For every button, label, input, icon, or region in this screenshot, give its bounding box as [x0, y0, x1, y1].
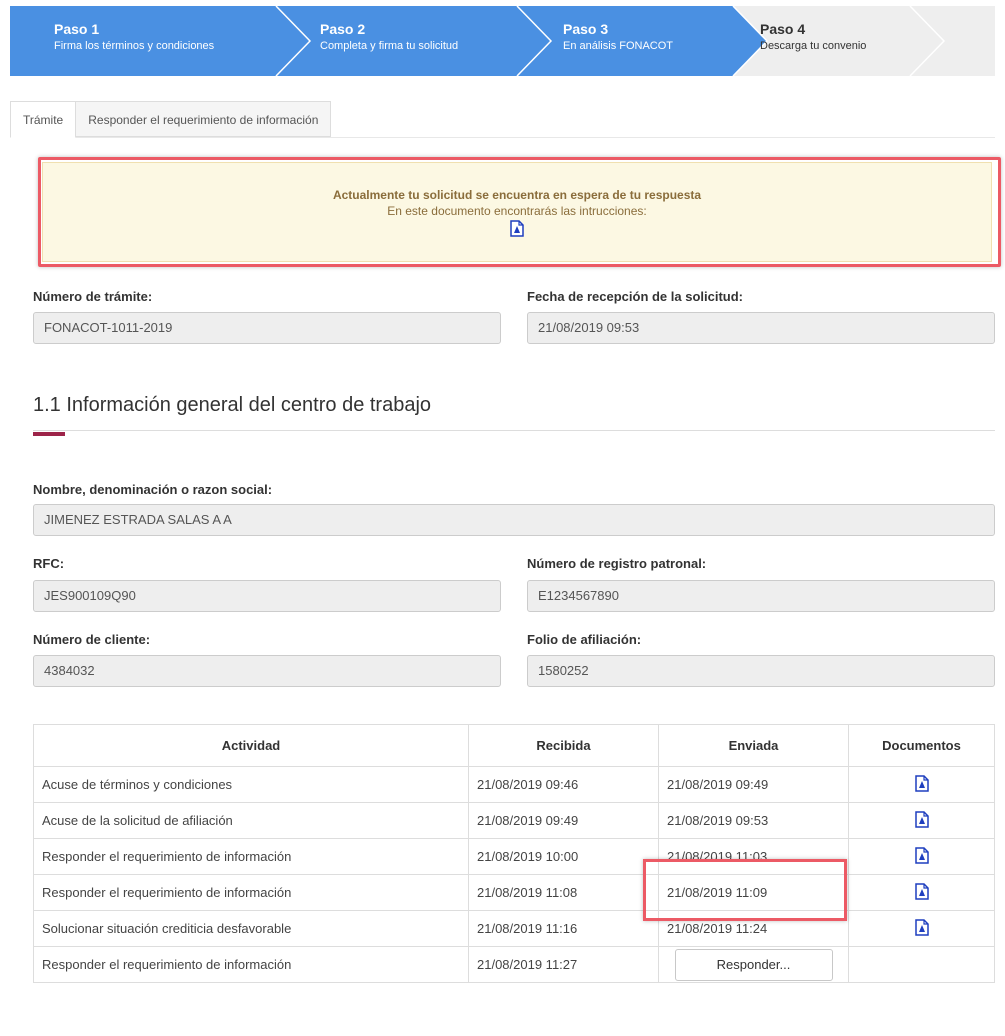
cell-documentos: [848, 874, 995, 911]
fecha-recepcion-label: Fecha de recepción de la solicitud:: [527, 289, 744, 304]
cell-enviada: 21/08/2019 09:53: [658, 802, 849, 839]
responder-button[interactable]: Responder...: [674, 948, 833, 981]
activity-table: Actividad Recibida Enviada Documentos Ac…: [33, 724, 995, 983]
cell-actividad: Solucionar situación crediticia desfavor…: [33, 910, 469, 947]
alert-title: Actualmente tu solicitud se encuentra en…: [332, 188, 702, 202]
step-4: Paso 4 Descarga tu convenio: [760, 20, 866, 54]
cell-documentos: [848, 766, 995, 803]
step-1-title: Paso 1: [54, 21, 100, 37]
step-2-subtitle: Completa y firma tu solicitud: [320, 40, 459, 52]
numero-tramite-label: Número de trámite:: [33, 289, 153, 304]
cell-recibida: 21/08/2019 11:16: [468, 910, 659, 947]
cell-enviada: 21/08/2019 11:03: [658, 838, 849, 875]
cell-recibida: 21/08/2019 11:27: [468, 946, 659, 983]
section-divider: [33, 430, 995, 431]
pdf-document-icon[interactable]: [914, 918, 929, 939]
rfc-field: JES900109Q90: [33, 580, 501, 612]
cell-enviada: Responder...: [658, 946, 849, 983]
cell-actividad: Responder el requerimiento de informació…: [33, 874, 469, 911]
cell-documentos: [848, 802, 995, 839]
alert-subtitle: En este documento encontrarás las intruc…: [387, 204, 647, 218]
tab-tramite[interactable]: Trámite: [10, 101, 77, 138]
razon-social-label: Nombre, denominación o razon social:: [33, 482, 273, 497]
step-3-title: Paso 3: [563, 21, 609, 37]
table-header-row: Actividad Recibida Enviada Documentos: [33, 724, 995, 767]
section-accent-bar: [33, 432, 65, 436]
numero-tramite-field: FONACOT-1011-2019: [33, 312, 501, 344]
cell-actividad: Acuse de términos y condiciones: [33, 766, 469, 803]
step-3: Paso 3 En análisis FONACOT: [563, 20, 673, 54]
step-2: Paso 2 Completa y firma tu solicitud: [320, 20, 458, 54]
table-row: Acuse de términos y condiciones 21/08/20…: [33, 766, 995, 803]
table-row: Responder el requerimiento de informació…: [33, 838, 995, 875]
step-1: Paso 1 Firma los términos y condiciones: [54, 20, 214, 54]
header-enviada: Enviada: [658, 724, 849, 767]
cell-actividad: Acuse de la solicitud de afiliación: [33, 802, 469, 839]
numero-cliente-label: Número de cliente:: [33, 632, 151, 647]
pdf-document-icon[interactable]: [914, 882, 929, 903]
tab-bar: Trámite Responder el requerimiento de in…: [10, 101, 332, 138]
table-row: Solucionar situación crediticia desfavor…: [33, 910, 995, 947]
cell-recibida: 21/08/2019 10:00: [468, 838, 659, 875]
pdf-document-icon[interactable]: [510, 220, 524, 240]
header-actividad: Actividad: [33, 724, 469, 767]
table-row: Responder el requerimiento de informació…: [33, 874, 995, 911]
cell-actividad: Responder el requerimiento de informació…: [33, 838, 469, 875]
cell-recibida: 21/08/2019 09:46: [468, 766, 659, 803]
step-4-subtitle: Descarga tu convenio: [760, 40, 867, 52]
cell-recibida: 21/08/2019 11:08: [468, 874, 659, 911]
header-documentos: Documentos: [848, 724, 995, 767]
pdf-document-icon[interactable]: [914, 810, 929, 831]
cell-enviada: 21/08/2019 11:24: [658, 910, 849, 947]
folio-afiliacion-field: 1580252: [527, 655, 995, 687]
cell-recibida: 21/08/2019 09:49: [468, 802, 659, 839]
cell-enviada: 21/08/2019 11:09: [658, 874, 849, 911]
pdf-document-icon[interactable]: [914, 846, 929, 867]
razon-social-field: JIMENEZ ESTRADA SALAS A A: [33, 504, 995, 536]
cell-actividad: Responder el requerimiento de informació…: [33, 946, 469, 983]
progress-stepper: Paso 1 Firma los términos y condiciones …: [10, 6, 995, 76]
cell-enviada: 21/08/2019 09:49: [658, 766, 849, 803]
step-3-subtitle: En análisis FONACOT: [563, 40, 674, 52]
cell-documentos: [848, 910, 995, 947]
cell-documentos: [848, 946, 995, 983]
header-recibida: Recibida: [468, 724, 659, 767]
tab-responder-requerimiento[interactable]: Responder el requerimiento de informació…: [75, 101, 332, 137]
rfc-label: RFC:: [33, 556, 65, 571]
registro-patronal-field: E1234567890: [527, 580, 995, 612]
step-4-title: Paso 4: [760, 21, 806, 37]
step-2-title: Paso 2: [320, 21, 366, 37]
table-row: Responder el requerimiento de informació…: [33, 946, 995, 983]
registro-patronal-label: Número de registro patronal:: [527, 556, 707, 571]
step-1-subtitle: Firma los términos y condiciones: [54, 40, 215, 52]
folio-afiliacion-label: Folio de afiliación:: [527, 632, 642, 647]
cell-documentos: [848, 838, 995, 875]
table-row: Acuse de la solicitud de afiliación 21/0…: [33, 802, 995, 839]
fecha-recepcion-field: 21/08/2019 09:53: [527, 312, 995, 344]
section-title: 1.1 Información general del centro de tr…: [33, 394, 432, 416]
pdf-document-icon[interactable]: [914, 774, 929, 795]
pending-response-alert: Actualmente tu solicitud se encuentra en…: [42, 162, 992, 262]
numero-cliente-field: 4384032: [33, 655, 501, 687]
